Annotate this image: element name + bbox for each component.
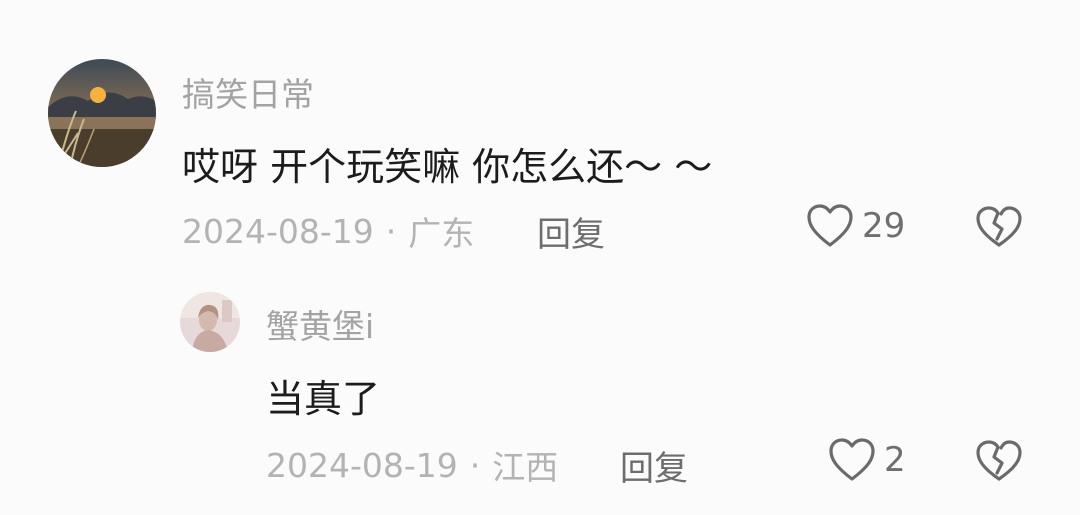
broken-heart-icon <box>976 206 1022 247</box>
dislike-button[interactable] <box>975 205 1023 249</box>
like-button[interactable]: 2 <box>828 437 906 483</box>
comment-item: 搞笑日常 哎呀 开个玩笑嘛 你怎么还～ ～ 2024-08-19 · 广东 回复… <box>0 0 1080 270</box>
meta-separator: · <box>385 211 397 251</box>
heart-outline-icon <box>807 204 853 247</box>
comment-text: 当真了 <box>266 377 381 421</box>
username[interactable]: 蟹黄堡i <box>266 300 374 348</box>
like-button[interactable]: 29 <box>806 203 905 249</box>
comment-meta: 2024-08-19 · 江西 <box>266 441 558 489</box>
person-photo-avatar <box>180 292 240 352</box>
heart-outline-icon <box>829 438 875 481</box>
reply-button[interactable]: 回复 <box>620 441 688 490</box>
comment-date: 2024-08-19 <box>266 445 458 485</box>
broken-heart-icon <box>976 440 1022 481</box>
meta-separator: · <box>469 445 481 485</box>
like-count: 29 <box>862 206 906 246</box>
comment-location: 江西 <box>492 448 559 487</box>
comment-location: 广东 <box>408 214 475 253</box>
user-avatar[interactable] <box>180 292 240 352</box>
comment-date: 2024-08-19 <box>182 211 374 251</box>
username[interactable]: 搞笑日常 <box>182 68 314 116</box>
dislike-button[interactable] <box>975 439 1023 483</box>
comment-text: 哎呀 开个玩笑嘛 你怎么还～ ～ <box>182 145 713 189</box>
reply-item: 蟹黄堡i 当真了 2024-08-19 · 江西 回复 2 <box>0 270 1080 515</box>
user-avatar[interactable] <box>48 59 156 167</box>
reply-button[interactable]: 回复 <box>537 207 605 256</box>
like-count: 2 <box>884 440 906 480</box>
comment-meta: 2024-08-19 · 广东 <box>182 207 474 255</box>
sunset-landscape-avatar <box>48 59 156 167</box>
